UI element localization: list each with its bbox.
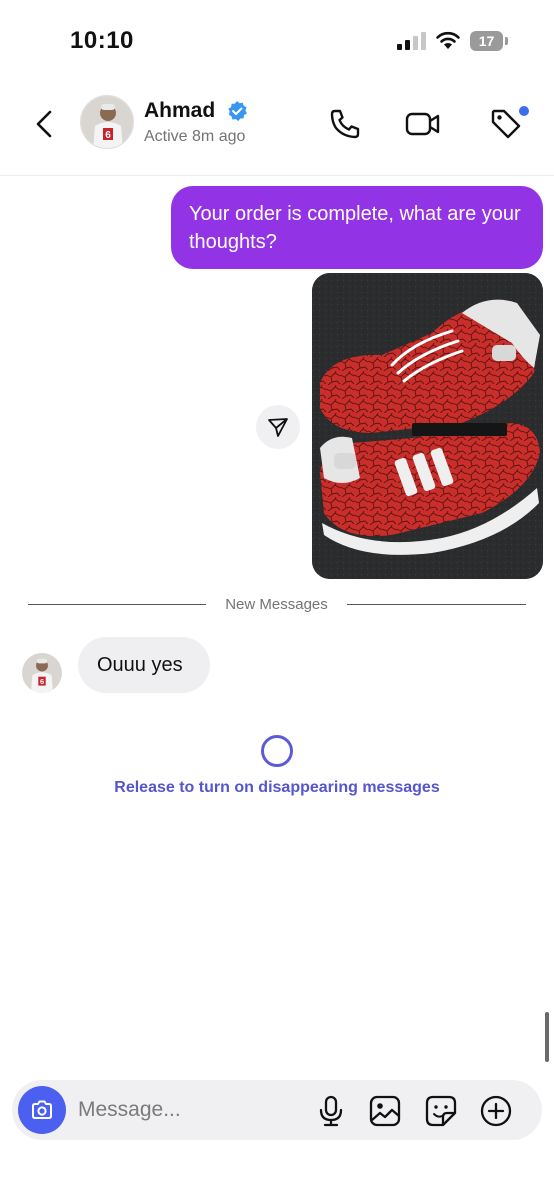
avatar-photo: 6 [81,96,133,148]
notification-dot [519,106,529,116]
outgoing-message[interactable]: Your order is complete, what are your th… [171,186,543,269]
contact-status: Active 8m ago [144,128,246,145]
verified-badge-icon [228,101,247,122]
cellular-signal-icon [397,32,426,50]
status-time: 10:10 [70,27,134,54]
message-input[interactable] [78,1094,298,1126]
plus-icon[interactable] [479,1094,513,1128]
svg-text:6: 6 [105,130,111,141]
microphone-icon[interactable] [314,1094,348,1128]
sticker-icon[interactable] [424,1094,458,1128]
disappearing-messages-prompt: Release to turn on disappearing messages [114,779,440,796]
new-messages-divider: New Messages [28,596,526,616]
avatar-photo: 6 [22,653,62,693]
incoming-message[interactable]: Ouuu yes [78,637,210,693]
camera-button[interactable] [18,1086,66,1134]
divider-label: New Messages [225,596,328,613]
shared-photo-cleats[interactable] [312,273,543,579]
camera-icon [32,1100,52,1119]
message-composer [12,1080,542,1140]
battery-icon: 17 [470,31,510,51]
video-camera-icon[interactable] [405,106,441,142]
status-bar: 10:10 17 [0,0,554,80]
back-chevron-icon[interactable] [30,104,60,144]
cleats-image [312,273,543,579]
contact-avatar[interactable]: 6 [80,95,134,149]
svg-text:6: 6 [40,677,44,686]
phone-icon[interactable] [327,106,363,142]
sender-avatar[interactable]: 6 [22,653,62,693]
scrollbar[interactable] [545,1012,549,1062]
disappearing-messages-ring-icon [261,735,293,767]
wifi-icon [436,31,460,49]
send-arrow-icon [268,418,288,437]
battery-level: 17 [470,31,503,51]
gallery-icon[interactable] [368,1094,402,1128]
chat-header: 6 Ahmad Active 8m ago [0,80,554,176]
share-button[interactable] [256,405,300,449]
contact-name[interactable]: Ahmad [144,99,215,123]
